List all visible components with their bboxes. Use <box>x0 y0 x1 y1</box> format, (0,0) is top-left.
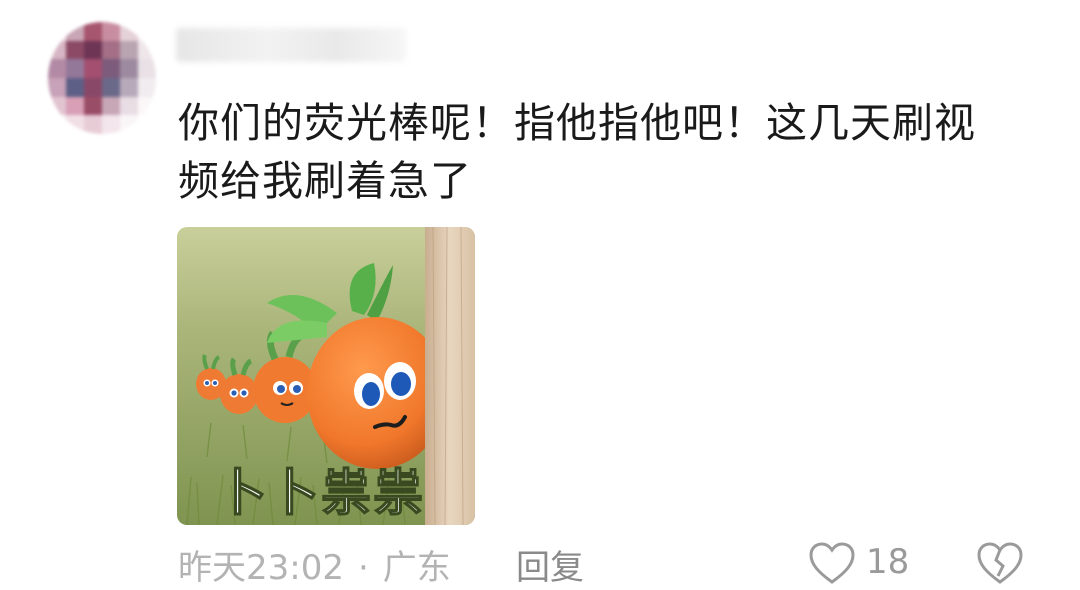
username[interactable] <box>176 28 406 62</box>
broken-heart-icon <box>977 542 1023 584</box>
comment-location: 广东 <box>382 548 451 588</box>
comment-time: 昨天23:02 <box>178 548 344 588</box>
sticker-image[interactable]: 卜卜祟祟 <box>177 227 475 525</box>
comment-text-line: 你们的荧光棒呢！指他指他吧！这几天刷视 <box>178 99 976 147</box>
like-button[interactable]: 18 <box>808 542 910 584</box>
comment-text-line: 频给我刷着急了 <box>178 157 472 205</box>
heart-icon <box>809 542 855 584</box>
meta-separator: · <box>357 548 369 588</box>
comment-meta: 昨天23:02 · 广东 <box>178 540 451 589</box>
sticker-caption: 卜卜祟祟 <box>217 464 425 522</box>
avatar[interactable] <box>48 22 156 134</box>
comment-text: 你们的荧光棒呢！指他指他吧！这几天刷视 频给我刷着急了 <box>178 94 1038 210</box>
dislike-button[interactable] <box>976 542 1024 590</box>
like-count: 18 <box>866 542 910 582</box>
reply-button[interactable]: 回复 <box>516 540 584 589</box>
carrot-plush-sticker: 卜卜祟祟 <box>177 227 475 525</box>
